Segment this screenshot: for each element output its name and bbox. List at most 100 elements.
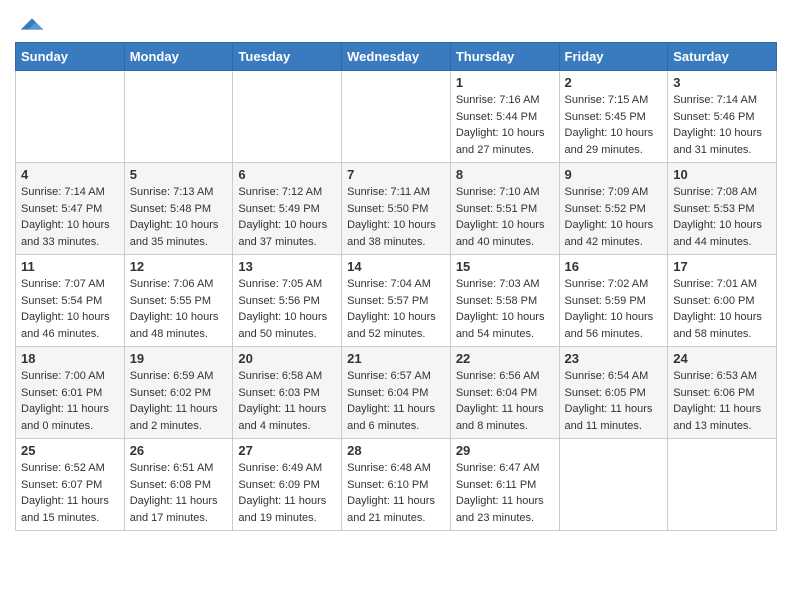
calendar-cell: 14 Sunrise: 7:04 AMSunset: 5:57 PMDayligh…	[342, 255, 451, 347]
calendar-cell: 4 Sunrise: 7:14 AMSunset: 5:47 PMDaylight…	[16, 163, 125, 255]
calendar-cell: 7 Sunrise: 7:11 AMSunset: 5:50 PMDaylight…	[342, 163, 451, 255]
day-number: 28	[347, 443, 445, 458]
day-info: Sunrise: 6:48 AMSunset: 6:10 PMDaylight:…	[347, 460, 445, 526]
calendar-cell: 23 Sunrise: 6:54 AMSunset: 6:05 PMDayligh…	[559, 347, 668, 439]
calendar-header-monday: Monday	[124, 43, 233, 71]
day-info: Sunrise: 7:07 AMSunset: 5:54 PMDaylight:…	[21, 276, 119, 342]
day-info: Sunrise: 6:51 AMSunset: 6:08 PMDaylight:…	[130, 460, 228, 526]
day-info: Sunrise: 7:04 AMSunset: 5:57 PMDaylight:…	[347, 276, 445, 342]
calendar-cell	[668, 439, 777, 531]
calendar-header-saturday: Saturday	[668, 43, 777, 71]
day-number: 1	[456, 75, 554, 90]
calendar-week-row: 11 Sunrise: 7:07 AMSunset: 5:54 PMDayligh…	[16, 255, 777, 347]
day-number: 27	[238, 443, 336, 458]
day-number: 15	[456, 259, 554, 274]
day-info: Sunrise: 6:52 AMSunset: 6:07 PMDaylight:…	[21, 460, 119, 526]
header	[15, 10, 777, 34]
calendar-cell	[342, 71, 451, 163]
day-info: Sunrise: 7:11 AMSunset: 5:50 PMDaylight:…	[347, 184, 445, 250]
day-number: 23	[565, 351, 663, 366]
calendar-cell: 24 Sunrise: 6:53 AMSunset: 6:06 PMDayligh…	[668, 347, 777, 439]
calendar-table: SundayMondayTuesdayWednesdayThursdayFrid…	[15, 42, 777, 531]
day-info: Sunrise: 6:47 AMSunset: 6:11 PMDaylight:…	[456, 460, 554, 526]
calendar-cell: 5 Sunrise: 7:13 AMSunset: 5:48 PMDaylight…	[124, 163, 233, 255]
day-info: Sunrise: 7:01 AMSunset: 6:00 PMDaylight:…	[673, 276, 771, 342]
day-number: 18	[21, 351, 119, 366]
calendar-header-wednesday: Wednesday	[342, 43, 451, 71]
calendar-cell: 18 Sunrise: 7:00 AMSunset: 6:01 PMDayligh…	[16, 347, 125, 439]
calendar-cell: 13Sunrise: 7:05 AMSunset: 5:56 PMDayligh…	[233, 255, 342, 347]
day-info: Sunrise: 7:16 AMSunset: 5:44 PMDaylight:…	[456, 92, 554, 158]
day-info: Sunrise: 7:14 AMSunset: 5:46 PMDaylight:…	[673, 92, 771, 158]
calendar-week-row: 25 Sunrise: 6:52 AMSunset: 6:07 PMDayligh…	[16, 439, 777, 531]
day-info: Sunrise: 7:10 AMSunset: 5:51 PMDaylight:…	[456, 184, 554, 250]
day-number: 4	[21, 167, 119, 182]
day-number: 10	[673, 167, 771, 182]
day-number: 6	[238, 167, 336, 182]
day-number: 29	[456, 443, 554, 458]
calendar-cell: 9 Sunrise: 7:09 AMSunset: 5:52 PMDaylight…	[559, 163, 668, 255]
calendar-cell: 11 Sunrise: 7:07 AMSunset: 5:54 PMDayligh…	[16, 255, 125, 347]
calendar-cell: 29 Sunrise: 6:47 AMSunset: 6:11 PMDayligh…	[450, 439, 559, 531]
day-number: 7	[347, 167, 445, 182]
day-number: 5	[130, 167, 228, 182]
calendar-cell: 21 Sunrise: 6:57 AMSunset: 6:04 PMDayligh…	[342, 347, 451, 439]
day-info: Sunrise: 6:49 AMSunset: 6:09 PMDaylight:…	[238, 460, 336, 526]
calendar-cell: 3 Sunrise: 7:14 AMSunset: 5:46 PMDaylight…	[668, 71, 777, 163]
day-number: 21	[347, 351, 445, 366]
day-number: 14	[347, 259, 445, 274]
calendar-cell: 8 Sunrise: 7:10 AMSunset: 5:51 PMDaylight…	[450, 163, 559, 255]
day-number: 26	[130, 443, 228, 458]
calendar-cell: 12 Sunrise: 7:06 AMSunset: 5:55 PMDayligh…	[124, 255, 233, 347]
day-number: 24	[673, 351, 771, 366]
day-number: 2	[565, 75, 663, 90]
day-info: Sunrise: 6:57 AMSunset: 6:04 PMDaylight:…	[347, 368, 445, 434]
calendar-cell	[16, 71, 125, 163]
day-info: Sunrise: 7:08 AMSunset: 5:53 PMDaylight:…	[673, 184, 771, 250]
calendar-cell: 19Sunrise: 6:59 AMSunset: 6:02 PMDayligh…	[124, 347, 233, 439]
calendar-header-friday: Friday	[559, 43, 668, 71]
day-number: 16	[565, 259, 663, 274]
day-info: Sunrise: 7:13 AMSunset: 5:48 PMDaylight:…	[130, 184, 228, 250]
calendar-week-row: 4 Sunrise: 7:14 AMSunset: 5:47 PMDaylight…	[16, 163, 777, 255]
calendar-header-sunday: Sunday	[16, 43, 125, 71]
day-info: Sunrise: 6:53 AMSunset: 6:06 PMDaylight:…	[673, 368, 771, 434]
calendar-cell: 22 Sunrise: 6:56 AMSunset: 6:04 PMDayligh…	[450, 347, 559, 439]
day-number: 19	[130, 351, 228, 366]
calendar-header-thursday: Thursday	[450, 43, 559, 71]
day-number: 12	[130, 259, 228, 274]
day-number: 9	[565, 167, 663, 182]
calendar-cell	[559, 439, 668, 531]
calendar-cell: 2 Sunrise: 7:15 AMSunset: 5:45 PMDaylight…	[559, 71, 668, 163]
day-info: Sunrise: 7:00 AMSunset: 6:01 PMDaylight:…	[21, 368, 119, 434]
day-info: Sunrise: 7:15 AMSunset: 5:45 PMDaylight:…	[565, 92, 663, 158]
calendar-cell: 26 Sunrise: 6:51 AMSunset: 6:08 PMDayligh…	[124, 439, 233, 531]
calendar-cell: 1 Sunrise: 7:16 AMSunset: 5:44 PMDaylight…	[450, 71, 559, 163]
day-info: Sunrise: 6:56 AMSunset: 6:04 PMDaylight:…	[456, 368, 554, 434]
day-number: 20	[238, 351, 336, 366]
day-info: Sunrise: 7:03 AMSunset: 5:58 PMDaylight:…	[456, 276, 554, 342]
calendar-cell: 10 Sunrise: 7:08 AMSunset: 5:53 PMDayligh…	[668, 163, 777, 255]
calendar-cell: 16 Sunrise: 7:02 AMSunset: 5:59 PMDayligh…	[559, 255, 668, 347]
day-info: Sunrise: 7:06 AMSunset: 5:55 PMDaylight:…	[130, 276, 228, 342]
day-info: Sunrise: 7:09 AMSunset: 5:52 PMDaylight:…	[565, 184, 663, 250]
calendar-cell: 28 Sunrise: 6:48 AMSunset: 6:10 PMDayligh…	[342, 439, 451, 531]
day-number: 25	[21, 443, 119, 458]
day-info: Sunrise: 6:58 AMSunset: 6:03 PMDaylight:…	[238, 368, 336, 434]
day-number: 17	[673, 259, 771, 274]
calendar-header-tuesday: Tuesday	[233, 43, 342, 71]
day-number: 8	[456, 167, 554, 182]
day-info: Sunrise: 6:54 AMSunset: 6:05 PMDaylight:…	[565, 368, 663, 434]
calendar-week-row: 18 Sunrise: 7:00 AMSunset: 6:01 PMDayligh…	[16, 347, 777, 439]
calendar-cell	[124, 71, 233, 163]
calendar-cell	[233, 71, 342, 163]
day-number: 3	[673, 75, 771, 90]
day-info: Sunrise: 7:14 AMSunset: 5:47 PMDaylight:…	[21, 184, 119, 250]
logo	[15, 14, 47, 34]
day-number: 11	[21, 259, 119, 274]
day-number: 22	[456, 351, 554, 366]
calendar-cell: 20 Sunrise: 6:58 AMSunset: 6:03 PMDayligh…	[233, 347, 342, 439]
calendar-cell: 27 Sunrise: 6:49 AMSunset: 6:09 PMDayligh…	[233, 439, 342, 531]
day-info: Sunrise: 7:02 AMSunset: 5:59 PMDaylight:…	[565, 276, 663, 342]
day-info: Sunrise: 7:05 AMSunset: 5:56 PMDaylight:…	[238, 276, 336, 342]
